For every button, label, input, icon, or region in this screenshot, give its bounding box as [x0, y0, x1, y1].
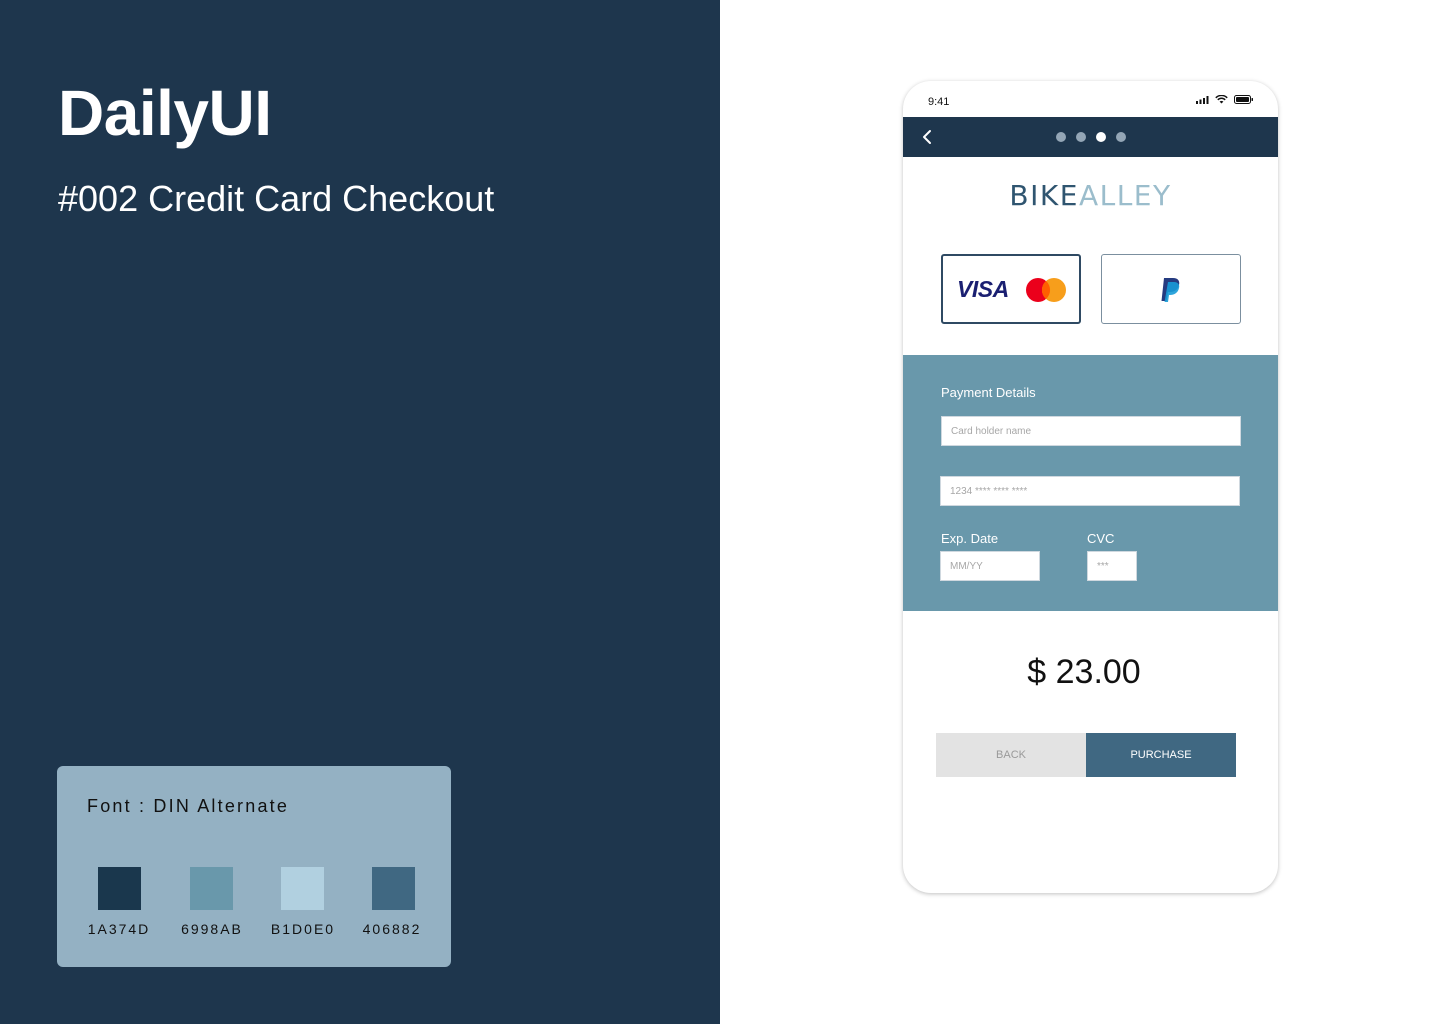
- battery-icon: [1234, 95, 1253, 104]
- step-dot: [1116, 132, 1126, 142]
- brand-logo: BIKEALLEY: [903, 179, 1278, 212]
- font-label: Font : DIN Alternate: [87, 796, 290, 816]
- visa-logo: VISA: [957, 276, 1009, 302]
- step-dot: [1056, 132, 1066, 142]
- status-time: 9:41: [928, 96, 950, 108]
- step-dot: [1076, 132, 1086, 142]
- wifi-icon: [1215, 95, 1228, 104]
- color-swatch-b1d0e0: [281, 867, 324, 910]
- phone-mockup: 9:41 BIKEALLEY VISA Payment Details Card…: [903, 81, 1278, 893]
- card-number-input[interactable]: 1234 **** **** ****: [940, 476, 1240, 506]
- color-swatch-406882: [372, 867, 415, 910]
- back-arrow-icon[interactable]: [917, 127, 937, 147]
- payment-details-title: Payment Details: [941, 385, 1036, 400]
- style-guide-card: Font : DIN Alternate 1A374D 6998AB B1D0E…: [57, 766, 451, 967]
- signal-icon: [1196, 95, 1209, 104]
- cvc-label: CVC: [1087, 531, 1115, 546]
- card-payment-option[interactable]: VISA: [941, 254, 1081, 324]
- mastercard-icon: [1026, 278, 1066, 302]
- exp-date-label: Exp. Date: [941, 531, 999, 546]
- exp-date-input[interactable]: MM/YY: [940, 551, 1040, 581]
- nav-bar: [903, 117, 1278, 157]
- back-button[interactable]: BACK: [936, 733, 1086, 777]
- page-subtitle: #002 Credit Card Checkout: [58, 178, 495, 219]
- cvc-input[interactable]: ***: [1087, 551, 1137, 581]
- step-dot-active: [1096, 132, 1106, 142]
- total-price: $ 23.00: [1027, 653, 1141, 691]
- color-swatch-6998ab: [190, 867, 233, 910]
- page-title: DailyUI: [58, 77, 272, 149]
- paypal-icon: [1161, 278, 1180, 302]
- step-indicator: [1056, 132, 1126, 142]
- swatch-code: 1A374D: [87, 921, 151, 937]
- status-bar: 9:41: [903, 81, 1278, 117]
- color-swatch-1a374d: [98, 867, 141, 910]
- left-panel: DailyUI #002 Credit Card Checkout Font :…: [0, 0, 720, 1024]
- status-icons: [1196, 95, 1254, 104]
- card-holder-input[interactable]: Card holder name: [941, 416, 1241, 446]
- swatch-code: 406882: [362, 921, 422, 937]
- swatch-code: 6998AB: [181, 921, 243, 937]
- brand-logo-part1: BIKE: [1009, 179, 1079, 212]
- paypal-payment-option[interactable]: [1101, 254, 1241, 324]
- swatch-code: B1D0E0: [270, 921, 336, 937]
- brand-logo-part2: ALLEY: [1078, 179, 1172, 212]
- purchase-button[interactable]: PURCHASE: [1086, 733, 1236, 777]
- payment-details-section: Payment Details Card holder name 1234 **…: [903, 355, 1278, 611]
